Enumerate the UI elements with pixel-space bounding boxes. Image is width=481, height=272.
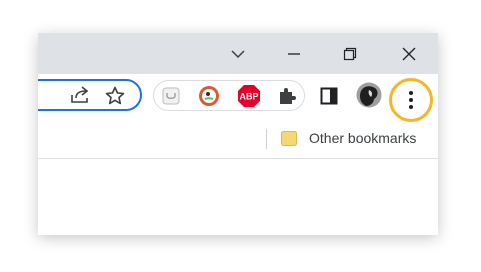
profile-button[interactable] xyxy=(356,82,382,108)
adblock-plus-extension[interactable]: ABP xyxy=(237,84,261,108)
close-button[interactable] xyxy=(387,33,431,74)
abp-icon: ABP xyxy=(238,85,260,107)
restore-button[interactable] xyxy=(328,33,372,74)
star-icon xyxy=(105,86,125,104)
minimize-icon xyxy=(288,52,300,55)
omnibox[interactable] xyxy=(38,79,142,111)
close-icon xyxy=(402,47,416,60)
bookmarks-bar: Other bookmarks xyxy=(38,117,438,159)
tab-search-button[interactable] xyxy=(216,33,260,74)
page-content xyxy=(38,159,438,235)
title-bar xyxy=(38,33,438,74)
browser-window: ABP Other bookmarks xyxy=(38,33,438,235)
toolbar: ABP xyxy=(38,74,438,117)
bookmark-star-button[interactable] xyxy=(101,81,129,109)
profile-avatar-icon xyxy=(356,82,382,108)
folder-icon xyxy=(281,131,297,146)
pocket-icon xyxy=(162,87,180,105)
puzzle-icon xyxy=(280,88,296,104)
duckduckgo-extension[interactable] xyxy=(197,84,221,108)
pocket-extension[interactable] xyxy=(159,84,183,108)
other-bookmarks-label[interactable]: Other bookmarks xyxy=(309,130,416,146)
minimize-button[interactable] xyxy=(272,33,316,74)
three-dot-menu-icon xyxy=(409,91,413,109)
extensions-button[interactable] xyxy=(275,84,299,108)
duckduckgo-icon xyxy=(199,86,219,106)
side-panel-icon xyxy=(320,87,338,105)
share-button[interactable] xyxy=(66,81,94,109)
bookmarks-separator xyxy=(266,129,267,149)
share-icon xyxy=(71,86,89,103)
abp-text: ABP xyxy=(239,92,258,102)
chrome-menu-button[interactable] xyxy=(397,86,425,114)
chevron-down-icon xyxy=(231,49,245,58)
side-panel-button[interactable] xyxy=(317,84,341,108)
extensions-area: ABP xyxy=(153,80,305,111)
restore-icon xyxy=(343,47,357,60)
